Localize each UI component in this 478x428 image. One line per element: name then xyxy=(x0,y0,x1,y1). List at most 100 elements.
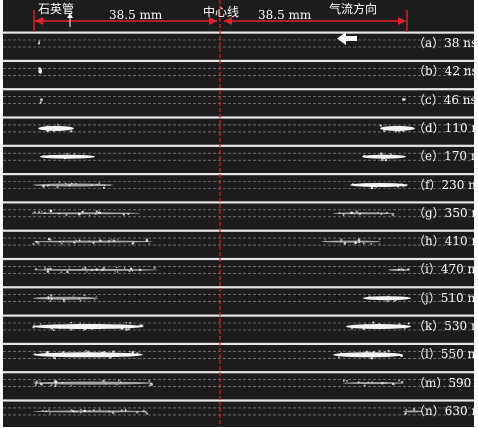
discharge-speck xyxy=(40,323,42,325)
frame-label: （g）350 ns xyxy=(413,205,478,220)
discharge-trace xyxy=(40,152,95,161)
discharge-speck xyxy=(352,183,354,185)
discharge-speck xyxy=(372,321,375,324)
discharge-speck xyxy=(53,379,57,383)
discharge-speck xyxy=(43,158,45,161)
discharge-speck xyxy=(49,267,52,270)
discharge-speck xyxy=(67,243,69,245)
discharge-trace xyxy=(321,238,381,245)
discharge-speck xyxy=(142,409,145,413)
discharge-speck xyxy=(129,326,131,329)
discharge-speck xyxy=(36,241,40,245)
discharge-speck xyxy=(82,153,85,155)
discharge-speck xyxy=(62,240,65,243)
discharge-speck xyxy=(66,270,69,274)
discharge-speck xyxy=(129,351,131,353)
discharge-speck xyxy=(66,152,68,155)
frame-separator xyxy=(3,342,474,345)
discharge-speck xyxy=(57,212,61,215)
discharge-speck xyxy=(98,210,100,212)
discharge-speck xyxy=(384,159,388,162)
discharge-speck xyxy=(61,243,63,245)
discharge-speck xyxy=(342,379,345,382)
frames-layer xyxy=(3,0,474,427)
discharge-speck xyxy=(47,237,51,241)
discharge-speck xyxy=(116,271,119,273)
discharge-speck xyxy=(79,322,81,324)
frame-separator xyxy=(3,257,474,261)
discharge-speck xyxy=(363,354,367,358)
discharge-speck xyxy=(70,328,73,331)
discharge-speck xyxy=(52,130,55,133)
discharge-speck xyxy=(380,158,384,162)
frame-label: （i）470 ns xyxy=(413,262,478,277)
discharge-speck xyxy=(136,352,139,355)
discharge-core xyxy=(350,183,408,187)
discharge-speck xyxy=(385,211,388,214)
discharge-speck xyxy=(49,300,52,302)
discharge-trace xyxy=(33,266,158,274)
discharge-speck xyxy=(119,381,122,383)
discharge-speck xyxy=(71,409,74,412)
discharge-speck xyxy=(125,322,128,324)
discharge-speck xyxy=(350,211,354,215)
discharge-speck xyxy=(409,325,411,327)
image-stage: 石英管 中心线 气流方向 38.5 mm 38.5 mm （a）38 ns （b… xyxy=(3,0,478,427)
discharge-speck xyxy=(384,183,387,185)
discharge-core xyxy=(33,410,148,413)
discharge-speck xyxy=(324,239,326,241)
discharge-speck xyxy=(128,269,131,273)
discharge-speck xyxy=(139,352,141,354)
frame-label: （k）530 ns xyxy=(413,319,478,333)
discharge-speck xyxy=(80,408,82,411)
discharge-speck xyxy=(59,240,62,244)
discharge-trace xyxy=(39,98,43,104)
discharge-speck xyxy=(115,266,118,269)
discharge-core xyxy=(33,296,98,300)
discharge-speck xyxy=(355,210,358,213)
discharge-speck xyxy=(398,379,400,382)
discharge-speck xyxy=(75,410,78,413)
frame-separator xyxy=(3,173,474,176)
discharge-speck xyxy=(34,352,36,355)
frame-label: （a）38 ns xyxy=(413,36,478,50)
discharge-speck xyxy=(379,238,381,240)
discharge-speck xyxy=(73,152,76,155)
discharge-speck xyxy=(79,411,82,414)
discharge-speck xyxy=(103,184,106,187)
discharge-speck xyxy=(112,350,115,353)
discharge-core xyxy=(33,381,153,385)
discharge-speck xyxy=(68,155,70,157)
discharge-speck xyxy=(391,213,395,217)
discharge-core xyxy=(33,324,143,329)
discharge-speck xyxy=(375,186,378,189)
discharge-speck xyxy=(364,323,366,325)
discharge-speck xyxy=(405,408,408,411)
discharge-speck xyxy=(75,239,78,242)
discharge-speck xyxy=(101,379,104,382)
discharge-speck xyxy=(153,266,156,270)
discharge-speck xyxy=(107,239,111,243)
discharge-speck xyxy=(50,327,54,330)
discharge-speck xyxy=(82,323,85,326)
frame-separator xyxy=(3,31,474,34)
arrow-up-icon xyxy=(67,13,73,27)
discharge-speck xyxy=(372,351,375,354)
discharge-speck xyxy=(88,409,91,412)
frame-separator xyxy=(3,399,474,402)
discharge-speck xyxy=(370,242,373,245)
discharge-speck xyxy=(95,295,98,297)
discharge-speck xyxy=(45,410,48,413)
discharge-speck xyxy=(389,153,393,156)
discharge-trace xyxy=(333,210,395,217)
discharge-speck xyxy=(362,242,365,245)
discharge-speck xyxy=(95,210,98,213)
discharge-speck xyxy=(371,381,373,383)
discharge-speck xyxy=(33,380,35,382)
discharge-speck xyxy=(116,355,119,358)
discharge-trace xyxy=(32,237,153,246)
discharge-speck xyxy=(50,384,53,387)
discharge-speck xyxy=(397,129,401,133)
discharge-speck xyxy=(122,213,125,216)
discharge-speck xyxy=(148,379,151,383)
